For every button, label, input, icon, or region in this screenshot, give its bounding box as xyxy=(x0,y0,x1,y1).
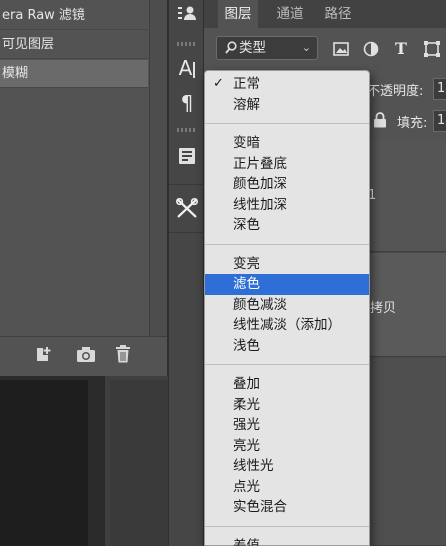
blend-mode-label: 叠加 xyxy=(233,376,260,392)
strip-grip[interactable] xyxy=(177,42,197,46)
blend-mode-label: 颜色加深 xyxy=(233,176,287,192)
strip-grip[interactable] xyxy=(177,128,197,132)
adjustment-circle-icon[interactable] xyxy=(363,41,379,57)
blend-mode-menu: ✓ 正常溶解变暗正片叠底颜色加深线性加深深色变亮滤色颜色减淡线性减淡（添加） 浅色叠… xyxy=(204,70,370,546)
blend-mode-item[interactable]: 颜色加深 xyxy=(205,174,369,195)
tab-label: 路径 xyxy=(324,6,352,22)
layer-filter-select[interactable]: 类型 ⌄ xyxy=(216,36,318,60)
blend-mode-item[interactable]: 差值 xyxy=(205,536,369,546)
blend-mode-item[interactable]: 亮光 xyxy=(205,436,369,457)
trash-icon[interactable] xyxy=(113,345,133,363)
blend-mode-item[interactable]: 实色混合 xyxy=(205,497,369,518)
history-item-visible-layer[interactable]: 可见图层 xyxy=(0,31,148,59)
blend-mode-label: 变亮 xyxy=(233,255,260,272)
blend-mode-item[interactable]: 柔光 xyxy=(205,395,369,416)
strip-separator xyxy=(169,184,205,185)
filter-label: 类型 xyxy=(239,40,266,56)
blend-mode-item[interactable]: 深色 xyxy=(205,215,369,236)
stamp-person-icon[interactable] xyxy=(175,2,199,26)
layer-name: 拷贝 xyxy=(370,301,397,316)
blend-mode-item[interactable]: 变亮 xyxy=(205,254,369,275)
fill-label: 填充: xyxy=(397,116,428,131)
chevron-down-icon: ⌄ xyxy=(301,41,311,54)
blend-mode-label: 强光 xyxy=(233,417,260,433)
blend-mode-item[interactable]: 正片叠底 xyxy=(205,154,369,175)
opacity-input[interactable]: 10 xyxy=(433,78,446,100)
tab-channels[interactable]: 通道 xyxy=(268,0,312,28)
menu-separator xyxy=(205,525,369,527)
photoshop-workspace: era Raw 滤镜 可见图层 模糊 A ¶ 图层 通道 路径 类型 ⌄ T 不… xyxy=(0,0,446,546)
character-A-icon[interactable]: A xyxy=(175,56,199,80)
history-panel: era Raw 滤镜 可见图层 模糊 xyxy=(0,0,168,376)
history-item-label: 可见图层 xyxy=(2,37,55,52)
blend-mode-item[interactable]: ✓ 正常 xyxy=(205,74,369,95)
blend-mode-item[interactable]: 浅色 xyxy=(205,336,369,357)
tab-label: 图层 xyxy=(224,6,252,22)
type-T-icon[interactable]: T xyxy=(393,41,409,57)
blend-mode-label: 差值 xyxy=(233,537,260,546)
blend-mode-item[interactable]: 滤色 xyxy=(205,274,369,295)
layer-filter-row: 类型 ⌄ T xyxy=(204,30,446,66)
blend-mode-item[interactable]: 变暗 xyxy=(205,133,369,154)
character-glyph: A xyxy=(178,56,193,80)
tab-paths[interactable]: 路径 xyxy=(316,0,360,28)
panel-tabs: 图层 通道 路径 xyxy=(204,0,446,28)
new-document-icon[interactable] xyxy=(34,345,54,363)
blend-mode-item[interactable]: 线性光 xyxy=(205,456,369,477)
tab-layers[interactable]: 图层 xyxy=(218,0,258,28)
blend-mode-label: 正常 xyxy=(233,76,260,92)
paragraph-glyph: ¶ xyxy=(180,91,194,115)
history-item-label: era Raw 滤镜 xyxy=(2,8,85,23)
blend-mode-label: 柔光 xyxy=(233,396,260,413)
menu-separator xyxy=(205,364,369,365)
blend-mode-label: 线性光 xyxy=(233,458,274,474)
blend-mode-label: 线性加深 xyxy=(233,196,287,213)
blend-mode-item[interactable]: 线性加深 xyxy=(205,195,369,216)
paragraph-icon[interactable]: ¶ xyxy=(175,91,199,115)
lock-icon[interactable] xyxy=(373,112,387,128)
history-item-label: 模糊 xyxy=(2,66,29,81)
blend-mode-label: 浅色 xyxy=(233,337,260,354)
history-scrollbar[interactable] xyxy=(149,0,167,336)
shape-icon[interactable] xyxy=(424,41,440,57)
tools-cross-icon[interactable] xyxy=(175,196,199,220)
blend-mode-label: 线性减淡（添加） xyxy=(233,317,341,333)
search-icon xyxy=(225,39,237,61)
blend-mode-label: 点光 xyxy=(233,478,260,495)
blend-mode-item[interactable]: 强光 xyxy=(205,415,369,436)
canvas-side xyxy=(110,380,168,546)
opacity-label: 不透明度: xyxy=(367,84,424,99)
blend-mode-label: 变暗 xyxy=(233,135,260,151)
blend-mode-item[interactable]: 线性减淡（添加） xyxy=(205,315,369,336)
camera-icon[interactable] xyxy=(76,345,96,363)
tab-label: 通道 xyxy=(276,6,304,22)
history-footer xyxy=(0,336,167,372)
blend-mode-label: 溶解 xyxy=(233,96,260,113)
blend-mode-item[interactable]: 点光 xyxy=(205,477,369,498)
blend-mode-label: 实色混合 xyxy=(233,499,287,515)
history-item-blur[interactable]: 模糊 xyxy=(0,60,148,88)
glyph-panel-icon[interactable] xyxy=(175,144,199,168)
panel-icon-strip: A ¶ xyxy=(168,0,205,546)
image-icon[interactable] xyxy=(333,41,349,57)
checkmark-icon: ✓ xyxy=(213,76,224,91)
strip-separator xyxy=(169,232,205,233)
blend-mode-label: 颜色减淡 xyxy=(233,296,287,313)
canvas-image-area xyxy=(0,380,88,546)
history-item-camera-raw[interactable]: era Raw 滤镜 xyxy=(0,2,148,30)
blend-mode-label: 滤色 xyxy=(233,276,260,292)
menu-separator xyxy=(205,123,369,124)
blend-mode-label: 正片叠底 xyxy=(233,155,287,172)
blend-mode-label: 深色 xyxy=(233,217,260,233)
menu-separator xyxy=(205,243,369,245)
blend-mode-item[interactable]: 颜色减淡 xyxy=(205,295,369,316)
fill-input[interactable]: 10 xyxy=(433,110,446,132)
blend-mode-label: 亮光 xyxy=(233,437,260,454)
blend-mode-item[interactable]: 叠加 xyxy=(205,374,369,395)
blend-mode-item[interactable]: 溶解 xyxy=(205,95,369,116)
